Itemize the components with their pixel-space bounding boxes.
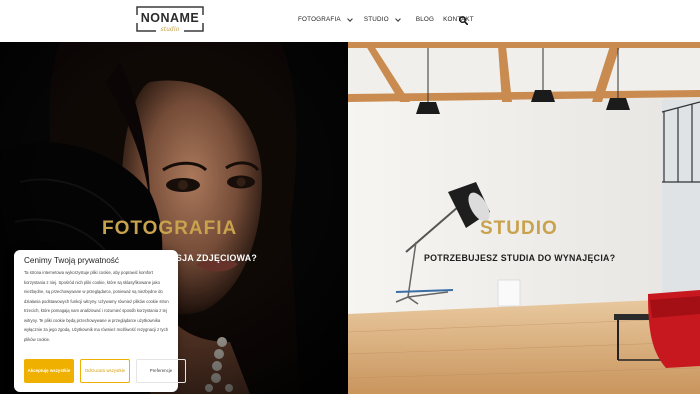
- cookie-title: Cenimy Twoją prywatność: [24, 256, 119, 265]
- preferences-button[interactable]: Preferencje: [136, 359, 186, 383]
- nav-label: BLOG: [415, 16, 435, 23]
- nav-label: FOTOGRAFIA: [298, 16, 341, 23]
- nav-item-fotografia[interactable]: FOTOGRAFIA: [298, 15, 353, 23]
- nav-item-blog[interactable]: BLOG: [416, 16, 434, 23]
- studio-panel[interactable]: STUDIO POTRZEBUJESZ STUDIA DO WYNAJĘCIA?: [348, 42, 700, 394]
- logo-subtext: studio: [160, 26, 180, 33]
- studio-subtitle: POTRZEBUJESZ STUDIA DO WYNAJĘCIA?: [424, 253, 616, 263]
- fotografia-title: FOTOGRAFIA: [102, 218, 238, 239]
- logo[interactable]: NONAME studio: [136, 6, 204, 33]
- logo-text: NONAME: [140, 11, 200, 25]
- nav-label: STUDIO: [363, 16, 389, 23]
- cookie-text: Ta strona internetowa wykorzystuje pliki…: [24, 270, 169, 342]
- chevron-down-icon: [394, 15, 401, 22]
- cookie-consent-banner: Cenimy Twoją prywatność Ta strona intern…: [14, 250, 186, 392]
- accept-all-button[interactable]: Akceptuję wszystkie: [24, 359, 74, 383]
- reject-all-button[interactable]: Odrzucam wszystkie: [80, 359, 130, 383]
- fotografia-subtitle: SJA ZDJĘCIOWA?: [176, 253, 258, 263]
- studio-title: STUDIO: [480, 218, 558, 239]
- chevron-down-icon: [346, 15, 353, 22]
- site-header: NONAME studio FOTOGRAFIA STUDIO BLOG KON…: [0, 0, 700, 42]
- main-nav: FOTOGRAFIA STUDIO BLOG KONTAKT: [298, 15, 474, 23]
- search-icon[interactable]: [459, 16, 468, 25]
- nav-item-studio[interactable]: STUDIO: [363, 15, 401, 23]
